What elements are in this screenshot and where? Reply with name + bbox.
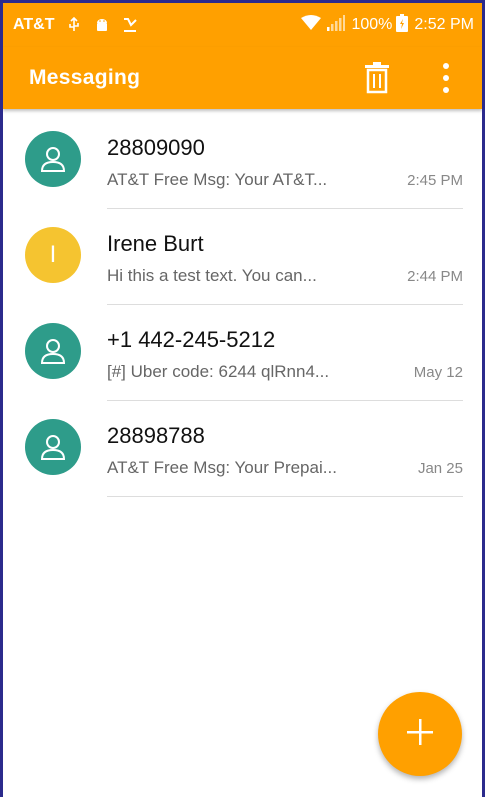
clock: 2:52 PM — [414, 16, 474, 33]
signal-icon — [327, 14, 346, 36]
message-preview: Hi this a test text. You can... — [107, 266, 317, 285]
person-icon — [25, 419, 81, 475]
more-vert-icon[interactable] — [426, 58, 466, 98]
conversation-item[interactable]: I Irene Burt Hi this a test text. You ca… — [3, 209, 482, 305]
usb-icon — [66, 16, 82, 33]
app-bar: Messaging — [3, 47, 482, 109]
missed-call-icon — [122, 17, 138, 33]
carrier-label: AT&T — [13, 16, 55, 33]
avatar: I — [25, 227, 81, 283]
status-left: AT&T — [3, 16, 138, 34]
page-title: Messaging — [29, 66, 141, 89]
contact-name: 28898788 — [107, 423, 205, 448]
new-message-button[interactable] — [378, 692, 462, 776]
message-preview: [#] Uber code: 6244 qlRnn4... — [107, 362, 330, 381]
plus-icon — [404, 716, 436, 753]
message-time: Jan 25 — [417, 460, 463, 477]
message-time: 2:44 PM — [407, 268, 463, 285]
message-preview: AT&T Free Msg: Your AT&T... — [107, 170, 328, 189]
message-preview: AT&T Free Msg: Your Prepai... — [107, 458, 337, 477]
person-icon — [25, 323, 81, 379]
status-right: 100% 2:52 PM — [301, 13, 482, 37]
conversation-list: 28809090 AT&T Free Msg: Your AT&T... 2:4… — [3, 113, 482, 497]
status-bar: AT&T 100% 2:52 PM — [3, 3, 482, 47]
person-icon — [25, 131, 81, 187]
battery-icon — [396, 13, 409, 37]
conversation-item[interactable]: 28809090 AT&T Free Msg: Your AT&T... 2:4… — [3, 113, 482, 209]
avatar-letter: I — [49, 241, 57, 268]
contact-name: Irene Burt — [107, 231, 204, 256]
divider — [107, 496, 463, 497]
wifi-icon — [301, 14, 322, 36]
trash-icon[interactable] — [362, 61, 392, 95]
android-icon — [94, 17, 110, 33]
conversation-item[interactable]: 28898788 AT&T Free Msg: Your Prepai... J… — [3, 401, 482, 497]
message-time: May 12 — [413, 364, 463, 381]
phone-screen: AT&T 100% 2:52 PM Messaging 28809090 AT&… — [0, 0, 485, 797]
conversation-item[interactable]: +1 442-245-5212 [#] Uber code: 6244 qlRn… — [3, 305, 482, 401]
battery-percent: 100% — [351, 16, 393, 33]
message-time: 2:45 PM — [407, 172, 463, 189]
contact-name: +1 442-245-5212 — [107, 327, 276, 352]
contact-name: 28809090 — [107, 135, 205, 160]
